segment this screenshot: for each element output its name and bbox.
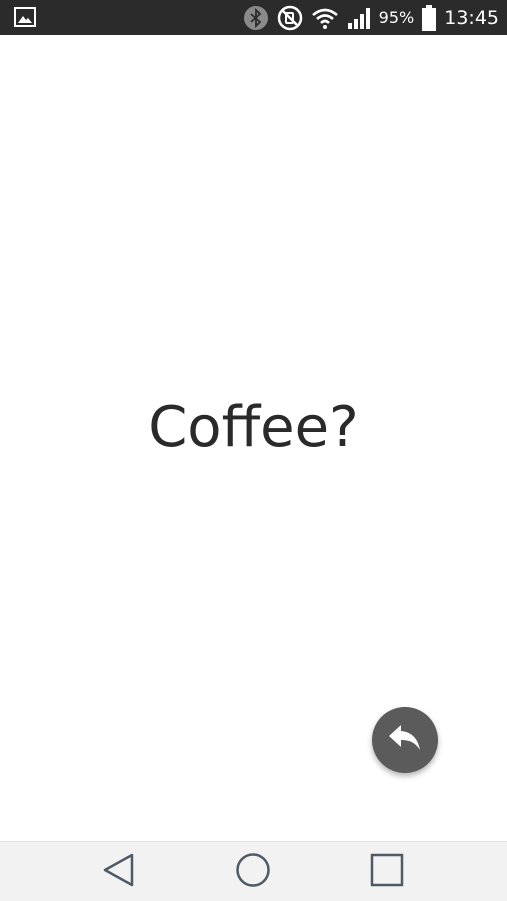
clock: 13:45 [444, 6, 499, 29]
image-notification-icon [14, 7, 36, 27]
recent-apps-button[interactable] [365, 852, 409, 892]
back-icon [102, 852, 136, 893]
status-bar: 95% 13:45 [0, 0, 507, 35]
status-icons: 95% 13:45 [235, 0, 499, 35]
home-button[interactable] [231, 852, 275, 892]
main-content: Coffee? [0, 35, 507, 841]
home-icon [235, 852, 271, 893]
recent-apps-icon [369, 852, 405, 893]
battery-icon [422, 4, 437, 31]
reply-button[interactable] [372, 707, 438, 773]
mute-icon [277, 5, 303, 31]
wifi-icon [311, 6, 339, 30]
signal-icon [347, 6, 373, 30]
bluetooth-icon [243, 5, 269, 31]
battery-percent: 95% [378, 8, 415, 27]
back-button[interactable] [97, 852, 141, 892]
navigation-bar [0, 841, 507, 901]
reply-icon [387, 723, 423, 758]
prompt-text: Coffee? [148, 395, 359, 460]
screen: 95% 13:45 Coffee? [0, 0, 507, 901]
